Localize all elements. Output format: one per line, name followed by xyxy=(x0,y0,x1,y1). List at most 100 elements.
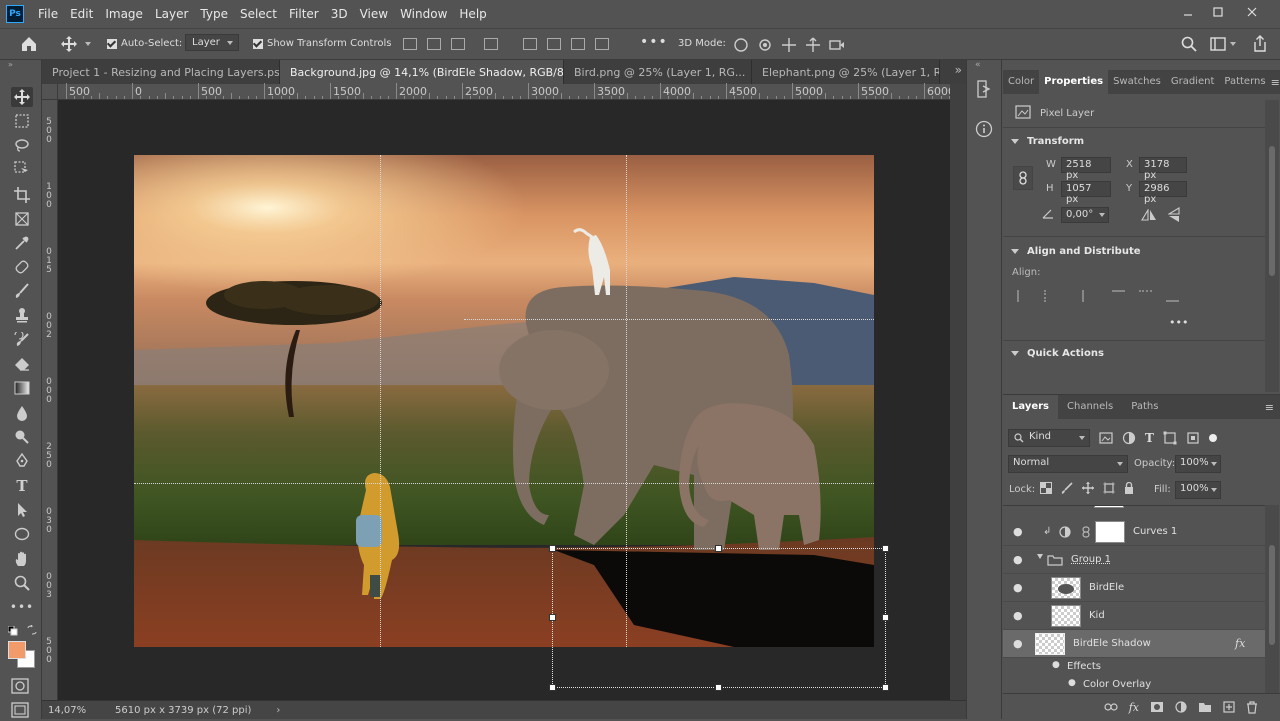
collapse-arrows-icon[interactable]: » xyxy=(8,60,13,69)
transform-handle[interactable] xyxy=(882,545,889,552)
show-transform-controls-checkbox[interactable]: Show Transform Controls xyxy=(253,38,391,49)
foreground-color-swatch[interactable] xyxy=(8,641,26,659)
share-icon[interactable] xyxy=(1252,35,1268,56)
search-icon[interactable] xyxy=(1181,36,1197,55)
align-bottom-edges-icon[interactable] xyxy=(1166,290,1179,302)
tab-project-1[interactable]: Project 1 - Resizing and Placing Layers.… xyxy=(42,60,280,84)
chevron-down-icon[interactable] xyxy=(1230,42,1236,49)
link-icon[interactable] xyxy=(1013,166,1033,190)
tab-channels[interactable]: Channels xyxy=(1058,395,1122,419)
ruler-origin[interactable] xyxy=(42,84,58,100)
visibility-eye-icon[interactable]: ● xyxy=(1013,609,1023,622)
layer-filter-dropdown[interactable]: Kind xyxy=(1008,429,1090,447)
visibility-eye-icon[interactable]: ● xyxy=(1052,660,1060,670)
more-tabs-icon[interactable]: » xyxy=(955,63,962,77)
screen-mode-icon[interactable] xyxy=(11,702,29,721)
transform-handle[interactable] xyxy=(715,684,722,691)
effects-row[interactable]: ● Effects xyxy=(1003,658,1265,676)
lock-all-icon[interactable] xyxy=(1124,482,1134,494)
tab-properties[interactable]: Properties xyxy=(1039,70,1109,94)
new-adjustment-layer-icon[interactable] xyxy=(1175,701,1187,713)
minimize-icon[interactable] xyxy=(1173,0,1203,24)
align-right-icon[interactable] xyxy=(451,38,465,50)
3d-roll-icon[interactable] xyxy=(757,37,773,53)
default-colors-icon[interactable] xyxy=(7,625,18,639)
info-panel-icon[interactable] xyxy=(975,120,993,141)
layer-row-curves[interactable]: ● ↲ Curves 1 xyxy=(1003,518,1265,546)
tab-layers[interactable]: Layers xyxy=(1003,395,1058,419)
opacity-field[interactable]: 100% xyxy=(1175,455,1221,473)
align-vertical-centers-icon[interactable] xyxy=(1139,290,1152,302)
history-brush-tool-icon[interactable] xyxy=(11,330,33,350)
flip-horizontal-icon[interactable] xyxy=(1141,208,1157,224)
transform-handle[interactable] xyxy=(549,684,556,691)
align-top-edges-icon[interactable] xyxy=(1112,290,1125,302)
horizontal-ruler[interactable]: 500 0 500 1000 1500 2000 2500 3000 3500 4000 4500 5… xyxy=(58,83,983,100)
path-selection-tool-icon[interactable] xyxy=(11,500,33,520)
tab-paths[interactable]: Paths xyxy=(1122,395,1167,419)
chevron-down-icon[interactable] xyxy=(1099,213,1105,220)
chevron-down-icon[interactable] xyxy=(85,42,91,49)
clone-stamp-tool-icon[interactable] xyxy=(11,305,33,325)
blur-tool-icon[interactable] xyxy=(11,403,33,423)
layer-row-kid[interactable]: ● Kid xyxy=(1003,602,1265,630)
y-field[interactable]: 2986 px xyxy=(1139,181,1187,205)
canvas-workspace[interactable] xyxy=(58,100,950,700)
layer-name[interactable]: Group 1 xyxy=(1071,554,1111,565)
filter-adjustment-icon[interactable] xyxy=(1122,431,1136,445)
crop-tool-icon[interactable] xyxy=(11,185,33,205)
layer-row-birdele-shadow[interactable]: ● BirdEle Shadow fx xyxy=(1003,630,1265,658)
layer-thumbnail[interactable] xyxy=(1051,577,1081,599)
distribute-horizontal-icon[interactable] xyxy=(484,38,498,50)
align-left-edges-icon[interactable] xyxy=(1017,290,1030,302)
tab-swatches[interactable]: Swatches xyxy=(1108,70,1166,94)
tab-elephant[interactable]: Elephant.png @ 25% (Layer 1, RG... xyxy=(752,60,940,84)
layer-name[interactable]: Curves 1 xyxy=(1133,526,1177,537)
filter-shape-icon[interactable] xyxy=(1163,431,1177,445)
visibility-eye-icon[interactable]: ● xyxy=(1013,553,1023,566)
object-selection-tool-icon[interactable] xyxy=(11,159,33,179)
quick-mask-icon[interactable] xyxy=(11,678,29,697)
align-top-icon[interactable] xyxy=(523,38,537,50)
vertical-ruler[interactable]: 500 100 015 002 000 250 030 003 500 xyxy=(42,100,58,700)
layer-mask-thumbnail[interactable] xyxy=(1095,521,1125,543)
transform-section-header[interactable]: Transform xyxy=(1003,136,1084,147)
angle-field[interactable]: 0,00° xyxy=(1061,207,1109,223)
3d-pan-icon[interactable] xyxy=(781,37,797,53)
align-right-edges-icon[interactable] xyxy=(1071,290,1084,302)
guide-horizontal[interactable] xyxy=(134,483,874,484)
tab-patterns[interactable]: Patterns xyxy=(1219,70,1270,94)
hand-tool-icon[interactable] xyxy=(11,549,33,569)
filter-smart-object-icon[interactable] xyxy=(1186,431,1200,445)
filter-type-icon[interactable]: T xyxy=(1145,431,1154,445)
3d-orbit-icon[interactable] xyxy=(733,37,749,53)
more-options-icon[interactable]: ••• xyxy=(640,34,668,50)
transform-handle[interactable] xyxy=(715,545,722,552)
menu-filter[interactable]: Filter xyxy=(283,0,325,28)
layer-row-birdele[interactable]: ● BirdEle xyxy=(1003,574,1265,602)
more-tools-icon[interactable]: ••• xyxy=(10,597,33,617)
more-align-options-icon[interactable]: ••• xyxy=(1169,316,1188,329)
guide-horizontal[interactable] xyxy=(464,319,874,320)
history-panel-icon[interactable] xyxy=(975,80,993,101)
add-mask-icon[interactable] xyxy=(1150,701,1164,713)
align-bottom-icon[interactable] xyxy=(571,38,585,50)
menu-window[interactable]: Window xyxy=(394,0,453,28)
layer-name[interactable]: Kid xyxy=(1089,610,1105,621)
layer-thumbnail[interactable] xyxy=(1035,633,1065,655)
zoom-tool-icon[interactable] xyxy=(11,573,33,593)
swap-colors-icon[interactable] xyxy=(27,624,37,638)
marquee-tool-icon[interactable] xyxy=(11,111,33,131)
x-field[interactable]: 3178 px xyxy=(1139,157,1187,181)
menu-select[interactable]: Select xyxy=(234,0,283,28)
pen-tool-icon[interactable] xyxy=(11,451,33,471)
lock-position-icon[interactable] xyxy=(1082,482,1094,494)
auto-select-checkbox[interactable]: Auto-Select: xyxy=(107,38,182,49)
new-group-icon[interactable] xyxy=(1198,701,1212,713)
filter-toggle-icon[interactable] xyxy=(1208,434,1217,442)
menu-view[interactable]: View xyxy=(354,0,394,28)
workspace-icon[interactable] xyxy=(1210,37,1226,54)
tab-bird[interactable]: Bird.png @ 25% (Layer 1, RG...✕ xyxy=(564,60,752,84)
frame-tool-icon[interactable] xyxy=(11,209,33,229)
menu-type[interactable]: Type xyxy=(194,0,234,28)
